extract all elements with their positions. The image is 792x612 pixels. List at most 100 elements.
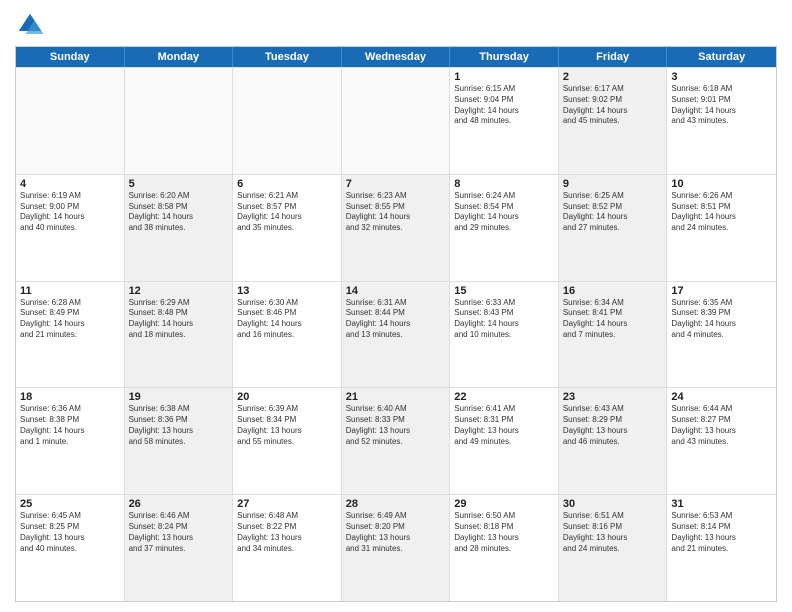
calendar-cell: 25Sunrise: 6:45 AM Sunset: 8:25 PM Dayli… [16,495,125,601]
calendar-cell: 16Sunrise: 6:34 AM Sunset: 8:41 PM Dayli… [559,282,668,388]
day-number: 10 [671,178,772,190]
calendar-header: SundayMondayTuesdayWednesdayThursdayFrid… [16,47,776,67]
calendar-cell: 28Sunrise: 6:49 AM Sunset: 8:20 PM Dayli… [342,495,451,601]
cell-info: Sunrise: 6:40 AM Sunset: 8:33 PM Dayligh… [346,404,446,447]
weekday-header: Tuesday [233,47,342,67]
calendar-cell: 27Sunrise: 6:48 AM Sunset: 8:22 PM Dayli… [233,495,342,601]
day-number: 7 [346,178,446,190]
calendar-cell: 4Sunrise: 6:19 AM Sunset: 9:00 PM Daylig… [16,175,125,281]
cell-info: Sunrise: 6:19 AM Sunset: 9:00 PM Dayligh… [20,191,120,234]
day-number: 15 [454,285,554,297]
header [15,10,777,40]
weekday-header: Sunday [16,47,125,67]
day-number: 30 [563,498,663,510]
cell-info: Sunrise: 6:51 AM Sunset: 8:16 PM Dayligh… [563,511,663,554]
calendar-cell: 14Sunrise: 6:31 AM Sunset: 8:44 PM Dayli… [342,282,451,388]
cell-info: Sunrise: 6:39 AM Sunset: 8:34 PM Dayligh… [237,404,337,447]
day-number: 21 [346,391,446,403]
calendar-cell: 6Sunrise: 6:21 AM Sunset: 8:57 PM Daylig… [233,175,342,281]
calendar-cell: 19Sunrise: 6:38 AM Sunset: 8:36 PM Dayli… [125,388,234,494]
weekday-header: Monday [125,47,234,67]
calendar-cell [125,68,234,174]
calendar-row: 11Sunrise: 6:28 AM Sunset: 8:49 PM Dayli… [16,281,776,388]
calendar: SundayMondayTuesdayWednesdayThursdayFrid… [15,46,777,602]
logo [15,10,49,40]
cell-info: Sunrise: 6:45 AM Sunset: 8:25 PM Dayligh… [20,511,120,554]
calendar-cell: 18Sunrise: 6:36 AM Sunset: 8:38 PM Dayli… [16,388,125,494]
calendar-cell: 3Sunrise: 6:18 AM Sunset: 9:01 PM Daylig… [667,68,776,174]
page: SundayMondayTuesdayWednesdayThursdayFrid… [0,0,792,612]
day-number: 29 [454,498,554,510]
cell-info: Sunrise: 6:23 AM Sunset: 8:55 PM Dayligh… [346,191,446,234]
cell-info: Sunrise: 6:46 AM Sunset: 8:24 PM Dayligh… [129,511,229,554]
calendar-cell: 1Sunrise: 6:15 AM Sunset: 9:04 PM Daylig… [450,68,559,174]
cell-info: Sunrise: 6:26 AM Sunset: 8:51 PM Dayligh… [671,191,772,234]
calendar-cell [233,68,342,174]
calendar-row: 1Sunrise: 6:15 AM Sunset: 9:04 PM Daylig… [16,67,776,174]
calendar-cell: 12Sunrise: 6:29 AM Sunset: 8:48 PM Dayli… [125,282,234,388]
day-number: 19 [129,391,229,403]
cell-info: Sunrise: 6:24 AM Sunset: 8:54 PM Dayligh… [454,191,554,234]
cell-info: Sunrise: 6:49 AM Sunset: 8:20 PM Dayligh… [346,511,446,554]
calendar-row: 4Sunrise: 6:19 AM Sunset: 9:00 PM Daylig… [16,174,776,281]
day-number: 27 [237,498,337,510]
cell-info: Sunrise: 6:36 AM Sunset: 8:38 PM Dayligh… [20,404,120,447]
calendar-cell: 29Sunrise: 6:50 AM Sunset: 8:18 PM Dayli… [450,495,559,601]
logo-icon [15,10,45,40]
day-number: 16 [563,285,663,297]
calendar-cell [16,68,125,174]
calendar-cell: 13Sunrise: 6:30 AM Sunset: 8:46 PM Dayli… [233,282,342,388]
cell-info: Sunrise: 6:50 AM Sunset: 8:18 PM Dayligh… [454,511,554,554]
day-number: 11 [20,285,120,297]
cell-info: Sunrise: 6:30 AM Sunset: 8:46 PM Dayligh… [237,298,337,341]
cell-info: Sunrise: 6:20 AM Sunset: 8:58 PM Dayligh… [129,191,229,234]
day-number: 4 [20,178,120,190]
day-number: 1 [454,71,554,83]
cell-info: Sunrise: 6:29 AM Sunset: 8:48 PM Dayligh… [129,298,229,341]
day-number: 25 [20,498,120,510]
weekday-header: Thursday [450,47,559,67]
cell-info: Sunrise: 6:17 AM Sunset: 9:02 PM Dayligh… [563,84,663,127]
day-number: 31 [671,498,772,510]
day-number: 24 [671,391,772,403]
cell-info: Sunrise: 6:43 AM Sunset: 8:29 PM Dayligh… [563,404,663,447]
calendar-cell: 23Sunrise: 6:43 AM Sunset: 8:29 PM Dayli… [559,388,668,494]
day-number: 5 [129,178,229,190]
day-number: 26 [129,498,229,510]
day-number: 23 [563,391,663,403]
calendar-cell: 21Sunrise: 6:40 AM Sunset: 8:33 PM Dayli… [342,388,451,494]
cell-info: Sunrise: 6:41 AM Sunset: 8:31 PM Dayligh… [454,404,554,447]
cell-info: Sunrise: 6:21 AM Sunset: 8:57 PM Dayligh… [237,191,337,234]
cell-info: Sunrise: 6:15 AM Sunset: 9:04 PM Dayligh… [454,84,554,127]
calendar-cell: 17Sunrise: 6:35 AM Sunset: 8:39 PM Dayli… [667,282,776,388]
day-number: 14 [346,285,446,297]
calendar-cell: 9Sunrise: 6:25 AM Sunset: 8:52 PM Daylig… [559,175,668,281]
calendar-cell: 5Sunrise: 6:20 AM Sunset: 8:58 PM Daylig… [125,175,234,281]
calendar-cell: 10Sunrise: 6:26 AM Sunset: 8:51 PM Dayli… [667,175,776,281]
calendar-row: 25Sunrise: 6:45 AM Sunset: 8:25 PM Dayli… [16,494,776,601]
calendar-cell: 15Sunrise: 6:33 AM Sunset: 8:43 PM Dayli… [450,282,559,388]
day-number: 6 [237,178,337,190]
calendar-cell: 7Sunrise: 6:23 AM Sunset: 8:55 PM Daylig… [342,175,451,281]
day-number: 3 [671,71,772,83]
cell-info: Sunrise: 6:53 AM Sunset: 8:14 PM Dayligh… [671,511,772,554]
day-number: 12 [129,285,229,297]
day-number: 18 [20,391,120,403]
calendar-row: 18Sunrise: 6:36 AM Sunset: 8:38 PM Dayli… [16,387,776,494]
calendar-cell: 30Sunrise: 6:51 AM Sunset: 8:16 PM Dayli… [559,495,668,601]
calendar-cell [342,68,451,174]
day-number: 17 [671,285,772,297]
day-number: 28 [346,498,446,510]
calendar-cell: 8Sunrise: 6:24 AM Sunset: 8:54 PM Daylig… [450,175,559,281]
day-number: 20 [237,391,337,403]
cell-info: Sunrise: 6:34 AM Sunset: 8:41 PM Dayligh… [563,298,663,341]
calendar-body: 1Sunrise: 6:15 AM Sunset: 9:04 PM Daylig… [16,67,776,601]
day-number: 22 [454,391,554,403]
day-number: 13 [237,285,337,297]
calendar-cell: 26Sunrise: 6:46 AM Sunset: 8:24 PM Dayli… [125,495,234,601]
calendar-cell: 20Sunrise: 6:39 AM Sunset: 8:34 PM Dayli… [233,388,342,494]
weekday-header: Saturday [667,47,776,67]
cell-info: Sunrise: 6:48 AM Sunset: 8:22 PM Dayligh… [237,511,337,554]
day-number: 2 [563,71,663,83]
weekday-header: Wednesday [342,47,451,67]
